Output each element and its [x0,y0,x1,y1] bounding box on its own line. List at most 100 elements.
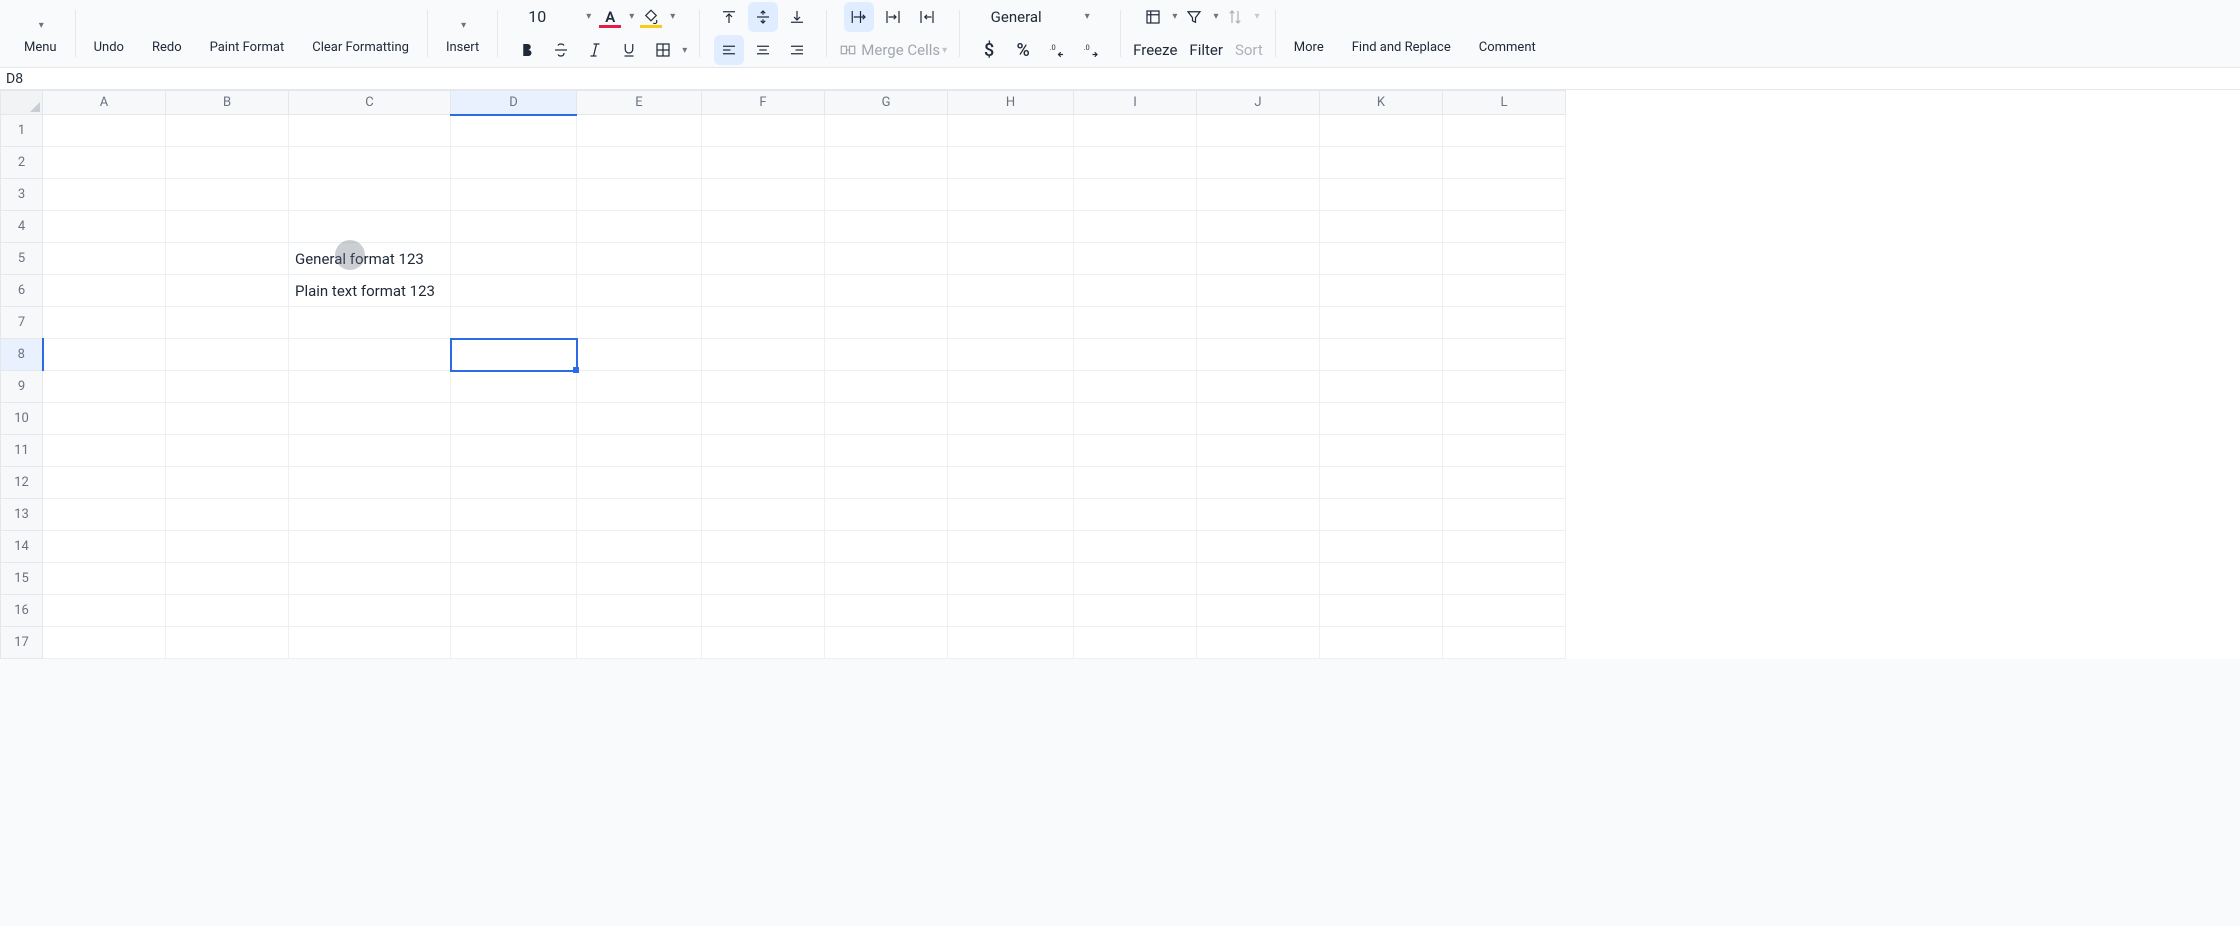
cell-E14[interactable] [577,531,702,563]
cell-K4[interactable] [1320,211,1443,243]
cell-H16[interactable] [948,595,1074,627]
cell-L14[interactable] [1443,531,1566,563]
cell-I14[interactable] [1074,531,1197,563]
cell-E13[interactable] [577,499,702,531]
cell-H7[interactable] [948,307,1074,339]
cell-E12[interactable] [577,467,702,499]
cell-G6[interactable] [825,275,948,307]
cell-F11[interactable] [702,435,825,467]
cell-G9[interactable] [825,371,948,403]
row-header-10[interactable]: 10 [1,403,43,435]
cell-A6[interactable] [43,275,166,307]
chevron-down-icon[interactable]: ▾ [629,11,634,22]
cell-C11[interactable] [289,435,451,467]
cell-D5[interactable] [451,243,577,275]
cell-A10[interactable] [43,403,166,435]
cell-F1[interactable] [702,115,825,147]
find-replace-button[interactable]: Find and Replace [1346,9,1457,58]
valign-middle-button[interactable] [748,2,778,32]
cell-E7[interactable] [577,307,702,339]
cell-F4[interactable] [702,211,825,243]
cell-B13[interactable] [166,499,289,531]
cell-H14[interactable] [948,531,1074,563]
row-header-15[interactable]: 15 [1,563,43,595]
cell-J11[interactable] [1197,435,1320,467]
valign-top-button[interactable] [714,2,744,32]
cell-G16[interactable] [825,595,948,627]
row-header-16[interactable]: 16 [1,595,43,627]
cell-K7[interactable] [1320,307,1443,339]
percent-button[interactable]: % [1008,35,1038,65]
cell-A14[interactable] [43,531,166,563]
cell-B9[interactable] [166,371,289,403]
insert-button[interactable]: ▾ Insert [440,9,485,58]
cell-F13[interactable] [702,499,825,531]
cell-B15[interactable] [166,563,289,595]
cell-H3[interactable] [948,179,1074,211]
cell-L12[interactable] [1443,467,1566,499]
cell-K8[interactable] [1320,339,1443,371]
cell-F14[interactable] [702,531,825,563]
cell-B12[interactable] [166,467,289,499]
filter-icon-button[interactable] [1179,2,1209,32]
cell-J8[interactable] [1197,339,1320,371]
cell-B10[interactable] [166,403,289,435]
cell-J13[interactable] [1197,499,1320,531]
cell-K11[interactable] [1320,435,1443,467]
freeze-label[interactable]: Freeze [1133,41,1177,59]
cell-D12[interactable] [451,467,577,499]
row-header-11[interactable]: 11 [1,435,43,467]
cell-L5[interactable] [1443,243,1566,275]
cell-H4[interactable] [948,211,1074,243]
underline-button[interactable] [614,35,644,65]
row-header-6[interactable]: 6 [1,275,43,307]
chevron-down-icon[interactable]: ▾ [670,11,675,22]
cell-G5[interactable] [825,243,948,275]
column-header-E[interactable]: E [577,91,702,115]
cell-E6[interactable] [577,275,702,307]
cell-D8[interactable] [451,339,577,371]
cell-I15[interactable] [1074,563,1197,595]
cell-E1[interactable] [577,115,702,147]
cell-D1[interactable] [451,115,577,147]
more-button[interactable]: More [1288,9,1330,58]
row-header-14[interactable]: 14 [1,531,43,563]
cell-H11[interactable] [948,435,1074,467]
comment-button[interactable]: Comment [1473,9,1542,58]
cell-G8[interactable] [825,339,948,371]
cell-E10[interactable] [577,403,702,435]
cell-F10[interactable] [702,403,825,435]
clear-formatting-button[interactable]: Clear Formatting [306,9,415,58]
bold-button[interactable] [512,35,542,65]
cell-L2[interactable] [1443,147,1566,179]
cell-D15[interactable] [451,563,577,595]
italic-button[interactable] [580,35,610,65]
cell-L17[interactable] [1443,627,1566,659]
menu-button[interactable]: ▾ Menu [18,9,63,58]
text-overflow-button[interactable] [844,2,874,32]
column-header-F[interactable]: F [702,91,825,115]
cell-I5[interactable] [1074,243,1197,275]
cell-J9[interactable] [1197,371,1320,403]
cell-C5[interactable]: General format 123 [289,243,451,275]
cell-F5[interactable] [702,243,825,275]
cell-E8[interactable] [577,339,702,371]
text-wrap-button[interactable] [878,2,908,32]
cell-D11[interactable] [451,435,577,467]
cell-B17[interactable] [166,627,289,659]
cell-D16[interactable] [451,595,577,627]
cell-A17[interactable] [43,627,166,659]
cell-B11[interactable] [166,435,289,467]
cell-G15[interactable] [825,563,948,595]
cell-F16[interactable] [702,595,825,627]
cell-K9[interactable] [1320,371,1443,403]
cell-I10[interactable] [1074,403,1197,435]
cell-H6[interactable] [948,275,1074,307]
cell-D14[interactable] [451,531,577,563]
column-header-A[interactable]: A [43,91,166,115]
row-header-13[interactable]: 13 [1,499,43,531]
cell-E11[interactable] [577,435,702,467]
paint-format-button[interactable]: Paint Format [204,9,291,58]
cell-H10[interactable] [948,403,1074,435]
cell-H15[interactable] [948,563,1074,595]
